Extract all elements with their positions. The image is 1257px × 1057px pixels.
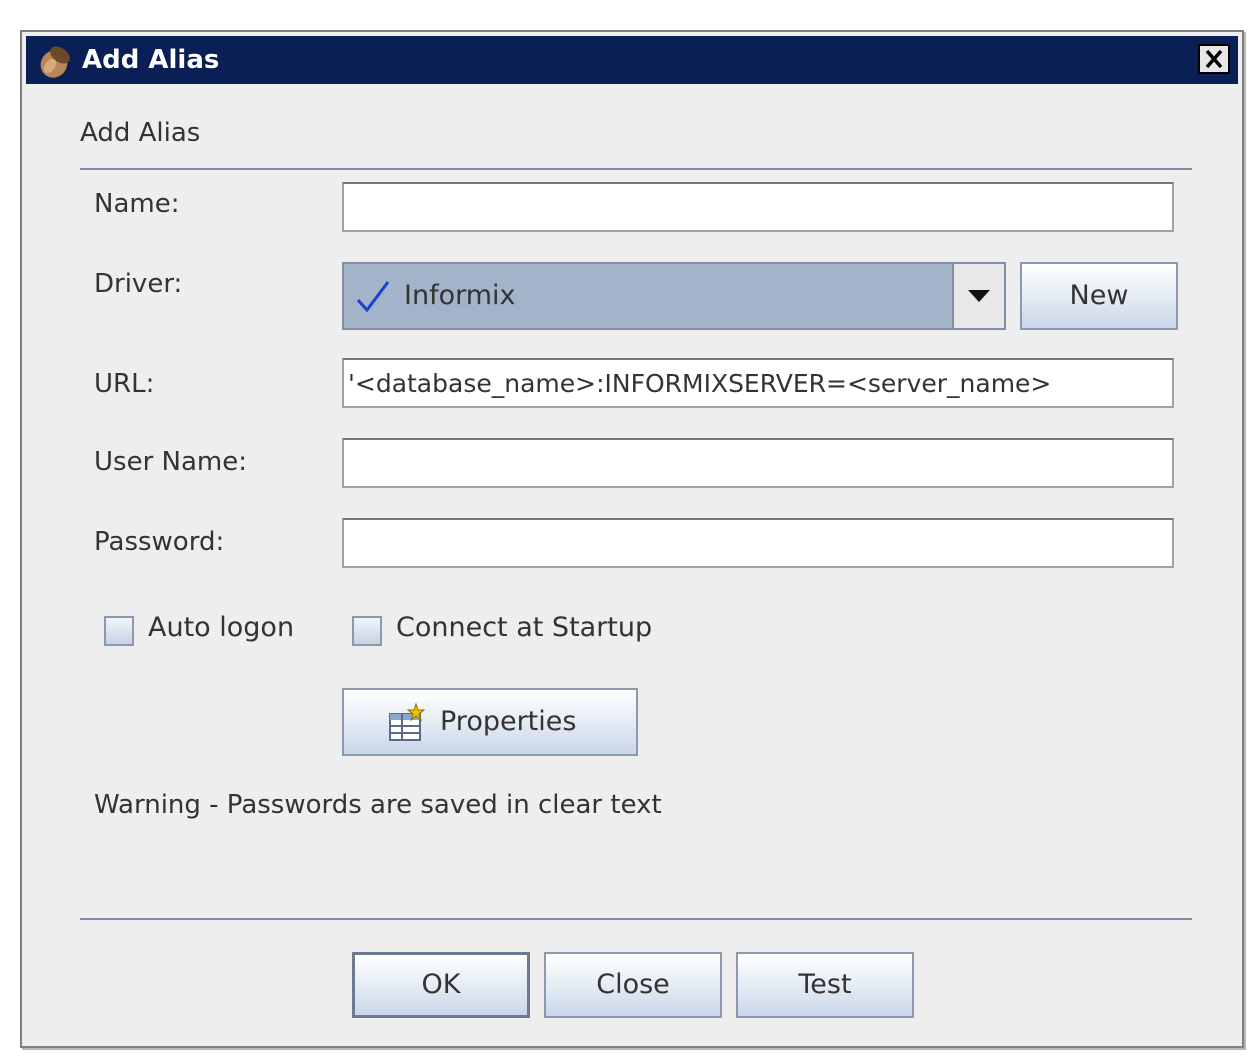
name-label: Name: xyxy=(94,189,180,219)
chevron-down-icon xyxy=(968,290,990,302)
test-button[interactable]: Test xyxy=(736,952,914,1018)
name-input[interactable] xyxy=(342,182,1174,232)
properties-label: Properties xyxy=(440,706,577,737)
password-label: Password: xyxy=(94,527,225,557)
title-bar[interactable]: Add Alias xyxy=(26,36,1238,84)
window-title: Add Alias xyxy=(82,45,220,75)
close-button[interactable]: Close xyxy=(544,952,722,1018)
connect-at-startup-label: Connect at Startup xyxy=(396,612,653,643)
driver-label: Driver: xyxy=(94,269,183,299)
warning-text: Warning - Passwords are saved in clear t… xyxy=(94,790,662,820)
close-window-button[interactable] xyxy=(1198,44,1230,74)
url-input[interactable] xyxy=(342,358,1174,408)
connect-at-startup-checkbox[interactable]: Connect at Startup xyxy=(352,612,682,652)
auto-logon-checkbox[interactable]: Auto logon xyxy=(104,612,324,652)
top-divider xyxy=(80,168,1192,170)
user-name-input[interactable] xyxy=(342,438,1174,488)
password-input[interactable] xyxy=(342,518,1174,568)
ok-button[interactable]: OK xyxy=(352,952,530,1018)
connect-at-startup-box[interactable] xyxy=(352,616,382,646)
driver-select[interactable]: Informix xyxy=(342,262,1006,330)
properties-button[interactable]: Properties xyxy=(342,688,638,756)
acorn-icon xyxy=(40,46,70,78)
url-label: URL: xyxy=(94,369,155,399)
add-alias-dialog: Add Alias Add Alias Name: Driver: Inform… xyxy=(20,30,1244,1048)
close-icon xyxy=(1205,49,1223,69)
driver-dropdown-button[interactable] xyxy=(952,264,1004,328)
new-driver-button[interactable]: New xyxy=(1020,262,1178,330)
section-title: Add Alias xyxy=(80,118,201,148)
auto-logon-label: Auto logon xyxy=(148,612,295,643)
auto-logon-box[interactable] xyxy=(104,616,134,646)
user-name-label: User Name: xyxy=(94,447,247,477)
driver-selected-value: Informix xyxy=(404,280,516,311)
checkmark-icon xyxy=(356,281,390,313)
bottom-divider xyxy=(80,918,1192,920)
properties-icon xyxy=(389,702,426,741)
